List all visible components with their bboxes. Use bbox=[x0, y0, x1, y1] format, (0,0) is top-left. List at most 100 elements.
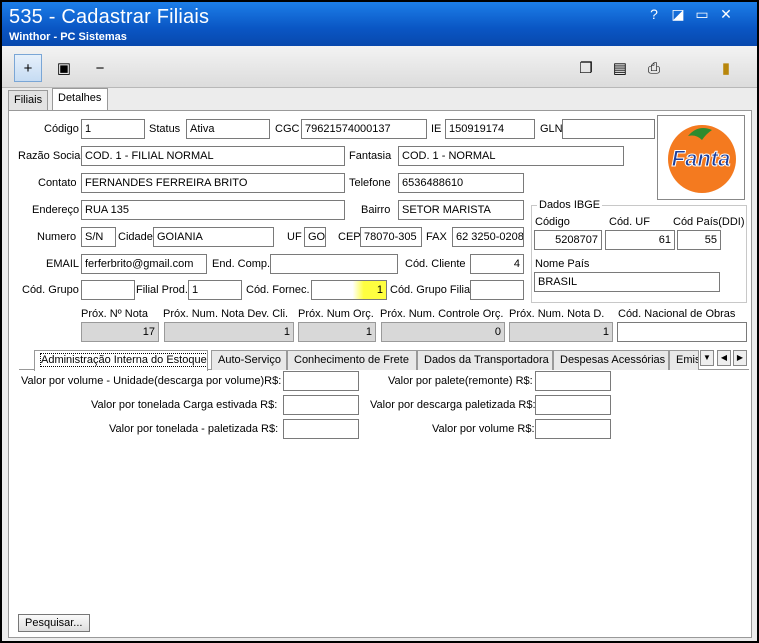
ibge-cod-uf-field[interactable]: 61 bbox=[605, 230, 675, 250]
prox-num-orc-label: Próx. Num Orç. bbox=[298, 308, 374, 320]
uf-field[interactable]: GO bbox=[304, 227, 326, 247]
prox-nota-label: Próx. Nº Nota bbox=[81, 308, 148, 320]
toolbar: + ▣ − ❐ ▤ ⎙ ▮ bbox=[2, 46, 757, 88]
maximize-icon[interactable]: ▭ bbox=[694, 6, 710, 22]
tab-despesas-acessorias[interactable]: Despesas Acessórias bbox=[553, 350, 669, 370]
tab-auto-servico[interactable]: Auto-Serviço bbox=[211, 350, 287, 370]
details-panel: Código 1 Status Ativa CGC 79621574000137… bbox=[8, 110, 752, 638]
contato-label: Contato bbox=[38, 177, 77, 189]
tab-scroll-right-icon[interactable]: ▶ bbox=[733, 350, 747, 366]
cod-cliente-field[interactable]: 4 bbox=[470, 254, 524, 274]
telefone-field[interactable]: 6536488610 bbox=[398, 173, 524, 193]
ie-label: IE bbox=[431, 123, 442, 135]
cgc-label: CGC bbox=[275, 123, 300, 135]
prox-nota-dev-label: Próx. Num. Nota Dev. Cli. bbox=[163, 308, 289, 320]
ibge-codigo-label: Código bbox=[535, 216, 570, 228]
valor-descarga-paletizada-label: Valor por descarga paletizada R$: bbox=[370, 399, 536, 411]
filial-prod-field[interactable]: 1 bbox=[188, 280, 242, 300]
cod-fornec-field[interactable]: 1 bbox=[311, 280, 387, 300]
fantasia-field[interactable]: COD. 1 - NORMAL bbox=[398, 146, 624, 166]
nome-pais-field[interactable]: BRASIL bbox=[534, 272, 720, 292]
end-comp-label: End. Comp. bbox=[212, 258, 271, 270]
valor-volume-field[interactable] bbox=[535, 419, 611, 439]
tab-emiss[interactable]: Emiss bbox=[669, 350, 699, 370]
remove-button[interactable]: − bbox=[86, 54, 114, 82]
tab-scroll-left-icon[interactable]: ◀ bbox=[717, 350, 731, 366]
valor-palete-label: Valor por palete(remonte) R$: bbox=[388, 375, 533, 387]
tab-dados-transportadora[interactable]: Dados da Transportadora bbox=[417, 350, 553, 370]
numero-field[interactable]: S/N bbox=[81, 227, 116, 247]
status-field[interactable]: Ativa bbox=[186, 119, 270, 139]
window-title: 535 - Cadastrar Filiais bbox=[9, 6, 210, 28]
nome-pais-label: Nome País bbox=[535, 258, 590, 270]
tab-conhecimento-frete[interactable]: Conhecimento de Frete bbox=[287, 350, 417, 370]
minus-icon: − bbox=[95, 59, 105, 77]
razao-social-field[interactable]: COD. 1 - FILIAL NORMAL bbox=[81, 146, 345, 166]
cod-obras-label: Cód. Nacional de Obras bbox=[618, 308, 736, 320]
email-field[interactable]: ferferbrito@gmail.com bbox=[81, 254, 207, 274]
prox-nota-field: 17 bbox=[81, 322, 159, 342]
window-subtitle: Winthor - PC Sistemas bbox=[9, 31, 127, 43]
restore-icon[interactable]: ◪ bbox=[670, 6, 686, 22]
printer-icon: ⎙ bbox=[647, 59, 660, 77]
razao-social-label: Razão Social bbox=[18, 150, 83, 162]
endereco-field[interactable]: RUA 135 bbox=[81, 200, 345, 220]
exit-button[interactable]: ▮ bbox=[712, 54, 740, 82]
valor-descarga-paletizada-field[interactable] bbox=[535, 395, 611, 415]
cod-fornec-label: Cód. Fornec. bbox=[246, 284, 310, 296]
valor-tonelada-estivada-label: Valor por tonelada Carga estivada R$: bbox=[91, 399, 278, 411]
valor-volume-label: Valor por volume R$: bbox=[432, 423, 535, 435]
tab-detalhes[interactable]: Detalhes bbox=[52, 88, 108, 110]
filial-prod-label: Filial Prod. bbox=[136, 284, 188, 296]
add-button[interactable]: + bbox=[14, 54, 42, 82]
valor-tonelada-paletizada-field[interactable] bbox=[283, 419, 359, 439]
status-label: Status bbox=[149, 123, 181, 135]
edit-button[interactable]: ▣ bbox=[50, 54, 78, 82]
end-comp-field[interactable] bbox=[270, 254, 398, 274]
cod-grupo-field[interactable] bbox=[81, 280, 135, 300]
fantasia-label: Fantasia bbox=[349, 150, 392, 162]
bairro-field[interactable]: SETOR MARISTA bbox=[398, 200, 524, 220]
close-icon[interactable]: ✕ bbox=[718, 6, 734, 22]
brand-logo: Fanta bbox=[657, 115, 745, 200]
valor-volume-unidade-field[interactable] bbox=[283, 371, 359, 391]
prox-controle-orc-label: Próx. Num. Controle Orç. bbox=[380, 308, 504, 320]
codigo-field[interactable]: 1 bbox=[81, 119, 145, 139]
exit-door-icon: ▮ bbox=[721, 60, 731, 77]
ibge-codigo-field[interactable]: 5208707 bbox=[534, 230, 602, 250]
tab-filiais[interactable]: Filiais bbox=[8, 90, 48, 110]
tab-dropdown-icon[interactable]: ▼ bbox=[700, 350, 714, 366]
ibge-title: Dados IBGE bbox=[537, 199, 603, 211]
prox-nota-dev-field: 1 bbox=[164, 322, 294, 342]
app-window: 535 - Cadastrar Filiais Winthor - PC Sis… bbox=[0, 0, 759, 643]
cod-grupo-filial-field[interactable] bbox=[470, 280, 524, 300]
valor-tonelada-estivada-field[interactable] bbox=[283, 395, 359, 415]
bottom-tabs: Administração Interna do Estoque Auto-Se… bbox=[19, 350, 749, 371]
gln-field[interactable] bbox=[562, 119, 655, 139]
help-icon[interactable]: ? bbox=[646, 6, 662, 22]
tab-administracao-estoque[interactable]: Administração Interna do Estoque bbox=[34, 350, 208, 371]
fax-field[interactable]: 62 3250-0208 bbox=[452, 227, 524, 247]
cod-grupo-filial-label: Cód. Grupo Filial bbox=[390, 284, 473, 296]
gln-label: GLN bbox=[540, 123, 563, 135]
cidade-label: Cidade bbox=[118, 231, 153, 243]
prox-nota-d-label: Próx. Num. Nota D. bbox=[509, 308, 605, 320]
document-button[interactable]: ▤ bbox=[606, 54, 634, 82]
cod-grupo-label: Cód. Grupo bbox=[22, 284, 79, 296]
ibge-cod-pais-field[interactable]: 55 bbox=[677, 230, 721, 250]
valor-palete-field[interactable] bbox=[535, 371, 611, 391]
numero-label: Numero bbox=[37, 231, 77, 243]
plus-icon: + bbox=[23, 59, 33, 77]
cep-field[interactable]: 78070-305 bbox=[360, 227, 422, 247]
copy-button[interactable]: ❐ bbox=[572, 54, 600, 82]
print-button[interactable]: ⎙ bbox=[640, 54, 668, 82]
pesquisar-button[interactable]: Pesquisar... bbox=[18, 614, 90, 632]
cod-obras-field[interactable] bbox=[617, 322, 747, 342]
cgc-field[interactable]: 79621574000137 bbox=[301, 119, 427, 139]
title-bar: 535 - Cadastrar Filiais Winthor - PC Sis… bbox=[2, 2, 757, 46]
cidade-field[interactable]: GOIANIA bbox=[153, 227, 274, 247]
contato-field[interactable]: FERNANDES FERREIRA BRITO bbox=[81, 173, 345, 193]
copy-icon: ❐ bbox=[579, 60, 593, 77]
email-label: EMAIL bbox=[46, 258, 80, 270]
ie-field[interactable]: 150919174 bbox=[445, 119, 535, 139]
